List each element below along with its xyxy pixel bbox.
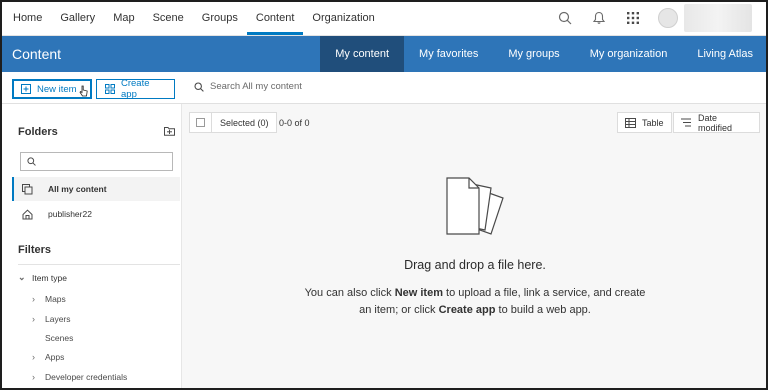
new-folder-icon[interactable]	[164, 126, 175, 136]
content-toolbar: New item Create app Search All my conten…	[0, 72, 768, 104]
filters-heading: Filters	[18, 244, 52, 256]
tab-my-content[interactable]: My content	[320, 36, 405, 72]
drop-text-part: You can also click	[304, 287, 395, 299]
folders-heading: Folders	[18, 126, 58, 138]
filter-label: Maps	[45, 294, 66, 304]
folder-search-input[interactable]	[20, 152, 173, 171]
drop-text-emphasis: Create app	[438, 304, 496, 316]
table-icon	[625, 117, 636, 128]
content-tabs: My content My favorites My groups My org…	[320, 36, 768, 72]
filter-label: Layers	[45, 314, 71, 324]
filter-item-maps[interactable]: › Maps	[32, 294, 66, 304]
create-app-button[interactable]: Create app	[96, 78, 175, 100]
select-all-checkbox[interactable]	[190, 113, 212, 132]
content-header: Content My content My favorites My group…	[0, 36, 768, 72]
filter-item-developer-credentials[interactable]: › Developer credentials	[32, 372, 127, 382]
search-placeholder: Search All my content	[210, 81, 302, 92]
filter-label: Apps	[45, 352, 65, 362]
content-search[interactable]: Search All my content	[194, 81, 302, 92]
cursor-icon	[79, 85, 88, 97]
nav-map[interactable]: Map	[104, 0, 143, 35]
user-menu[interactable]	[650, 3, 768, 32]
search-icon	[194, 81, 204, 92]
new-item-button[interactable]: New item	[12, 79, 92, 99]
selected-count: Selected (0)	[220, 117, 269, 128]
selection-control[interactable]: Selected (0)	[189, 112, 277, 133]
drop-line-1: You can also click New item to upload a …	[182, 285, 768, 302]
add-file-icon	[21, 84, 31, 94]
new-item-label: New item	[37, 83, 77, 95]
nav-content[interactable]: Content	[246, 0, 304, 35]
nav-gallery[interactable]: Gallery	[51, 0, 104, 35]
nav-scene[interactable]: Scene	[144, 0, 193, 35]
tab-living-atlas[interactable]: Living Atlas	[682, 36, 768, 72]
sort-button[interactable]: Date modified	[673, 112, 760, 133]
folder-all-my-content[interactable]: All my content	[12, 177, 180, 201]
folder-label: publisher22	[48, 209, 92, 219]
files-icon	[446, 177, 504, 235]
filter-item-layers[interactable]: › Layers	[32, 314, 71, 324]
tab-my-favorites[interactable]: My favorites	[404, 36, 493, 72]
folder-publisher22[interactable]: publisher22	[12, 202, 180, 226]
drop-text-part: an item; or click	[359, 304, 439, 316]
search-icon	[27, 157, 36, 166]
filter-item-scenes[interactable]: Scenes	[45, 333, 73, 343]
chevron-right-icon: ›	[32, 372, 35, 382]
page-title: Content	[12, 46, 62, 62]
left-panel: Folders All my content publisher22 Filte…	[0, 104, 182, 390]
nav-links: Home Gallery Map Scene Groups Content Or…	[0, 0, 384, 35]
home-icon	[22, 209, 40, 220]
table-view-button[interactable]: Table	[617, 112, 672, 133]
drop-text-part: to build a web app.	[495, 304, 591, 316]
avatar	[658, 7, 678, 28]
sort-label: Date modified	[698, 112, 733, 133]
nav-groups[interactable]: Groups	[193, 0, 247, 35]
filter-group-item-type[interactable]: ⌄ Item type	[18, 272, 67, 283]
filter-label: Developer credentials	[45, 372, 128, 382]
nav-home[interactable]: Home	[4, 0, 51, 35]
nav-organization[interactable]: Organization	[303, 0, 383, 35]
tab-my-organization[interactable]: My organization	[575, 36, 683, 72]
search-icon[interactable]	[548, 0, 582, 36]
results-count: 0-0 of 0	[279, 118, 310, 128]
sort-icon	[681, 118, 692, 127]
filter-group-label: Item type	[32, 272, 67, 283]
drop-zone-title: Drag and drop a file here.	[404, 258, 546, 272]
drop-text-part: to upload a file, link a service, and cr…	[442, 287, 646, 299]
content-main: Selected (0) 0-0 of 0 Table Date modifie…	[182, 104, 768, 390]
nav-utilities	[548, 0, 768, 35]
tab-my-groups[interactable]: My groups	[493, 36, 574, 72]
table-label: Table	[642, 117, 664, 128]
drop-line-2: an item; or click Create app to build a …	[182, 302, 768, 319]
chevron-down-icon: ⌄	[18, 272, 26, 282]
drop-text-emphasis: New item	[394, 287, 443, 299]
folder-label: All my content	[48, 184, 107, 194]
user-name-redacted	[684, 3, 752, 32]
chevron-right-icon: ›	[32, 294, 35, 304]
drop-zone-description: You can also click New item to upload a …	[182, 285, 768, 319]
filter-label: Scenes	[45, 333, 74, 343]
top-navigation: Home Gallery Map Scene Groups Content Or…	[0, 0, 768, 36]
app-launcher-icon[interactable]	[616, 0, 650, 36]
grid-icon	[105, 84, 115, 94]
chevron-right-icon: ›	[32, 352, 35, 362]
bell-icon[interactable]	[582, 0, 616, 36]
chevron-right-icon: ›	[32, 314, 35, 324]
filter-item-apps[interactable]: › Apps	[32, 352, 64, 362]
stack-icon	[22, 183, 40, 195]
divider	[18, 264, 180, 265]
create-app-label: Create app	[121, 78, 150, 100]
